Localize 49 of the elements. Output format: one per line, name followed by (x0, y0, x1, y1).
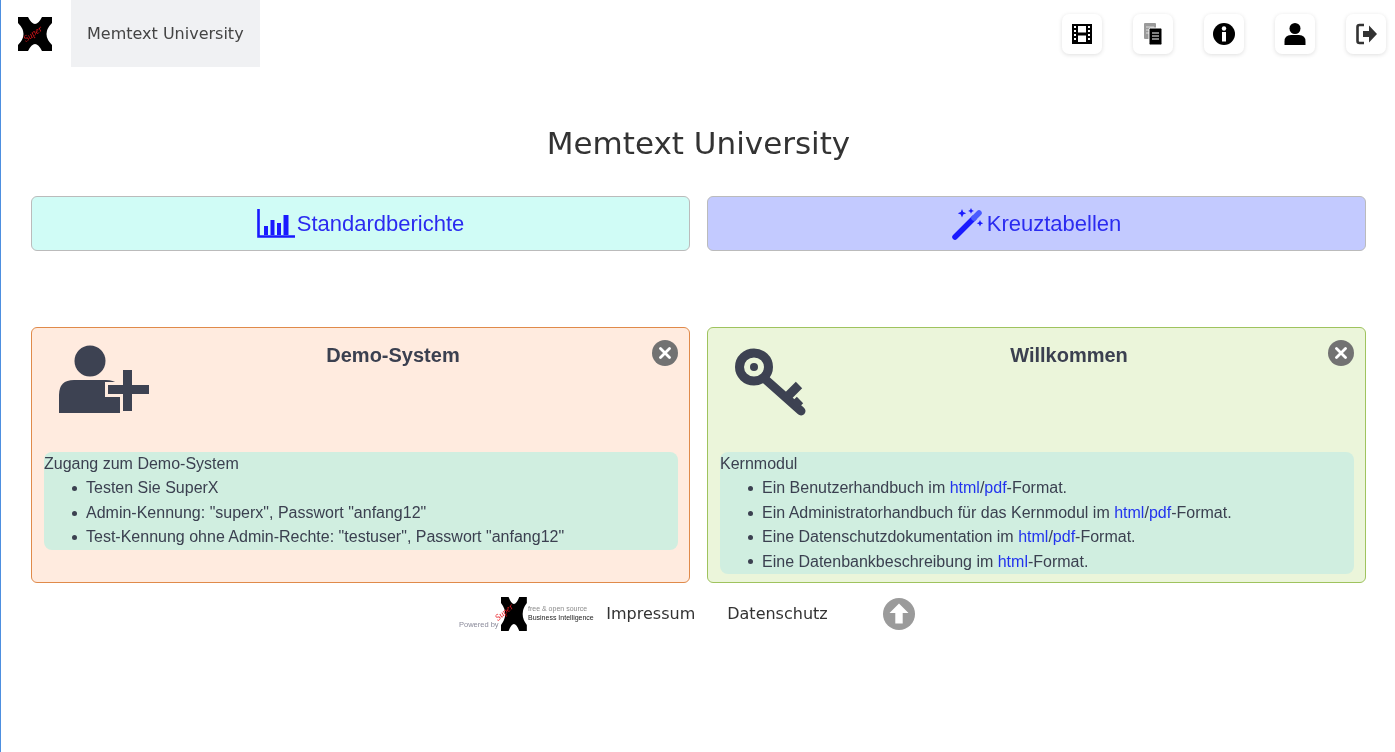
document-link[interactable]: html (949, 479, 980, 497)
reports-button[interactable]: Standardberichte (31, 196, 690, 251)
bullet-icon (72, 534, 77, 540)
bullet-icon (748, 559, 753, 565)
logout-button[interactable] (1346, 14, 1386, 54)
footer-link[interactable]: Impressum (606, 602, 696, 626)
section-heading: Zugang zum Demo-System (44, 454, 240, 474)
footer-link[interactable]: Datenschutz (727, 602, 828, 626)
arrow-up-icon[interactable] (882, 598, 915, 630)
documents-button[interactable] (1133, 14, 1173, 54)
panel-title: Willkommen (1009, 343, 1129, 367)
logout-icon (1354, 22, 1378, 46)
user-button[interactable] (1275, 14, 1315, 54)
user-icon (1283, 22, 1307, 46)
bullet-icon (748, 510, 753, 516)
magic-wand-icon (951, 207, 985, 240)
document-link[interactable]: html (997, 552, 1028, 570)
list-text: Ein Administratorhandbuch für das Kernmodul im html/pdf-Format. (762, 502, 1232, 523)
bar-chart-icon (256, 209, 295, 238)
list-text: Testen Sie SuperX (86, 478, 219, 499)
bullet-icon (72, 486, 77, 492)
list-text: Ein Benutzerhandbuch im html/pdf-Format. (762, 478, 1068, 499)
documents-icon (1141, 22, 1165, 46)
close-icon (659, 347, 671, 359)
film-button[interactable] (1062, 14, 1102, 54)
panel-title: Demo-System (325, 343, 461, 367)
close-icon (1335, 347, 1347, 359)
bullet-icon (748, 534, 753, 540)
crosstabs-button[interactable]: Kreuztabellen (707, 196, 1366, 251)
document-link[interactable]: pdf (984, 479, 1007, 497)
info-button[interactable] (1204, 14, 1244, 54)
document-link[interactable]: pdf (1148, 503, 1172, 521)
brand-link[interactable]: Memtext University (71, 0, 260, 67)
document-link[interactable]: html (1114, 503, 1145, 521)
bullet-icon (72, 510, 77, 516)
document-link[interactable]: pdf (1052, 528, 1076, 546)
close-button[interactable] (652, 340, 678, 366)
list-text: Eine Datenschutzdokumentation im html/pdf-Format. (762, 527, 1136, 548)
film-icon (1070, 22, 1094, 46)
list-text: Admin-Kennung: "superx", Passwort "anfang12" (86, 502, 427, 523)
close-button[interactable] (1328, 340, 1354, 366)
list-text: Eine Datenbankbeschreibung im html-Format. (762, 551, 1089, 572)
bullet-icon (748, 486, 753, 492)
page-title: Memtext University (545, 124, 852, 162)
info-icon (1212, 22, 1236, 46)
user-plus-icon (59, 345, 151, 413)
section-heading: Kernmodul (720, 454, 799, 474)
document-link[interactable]: html (1018, 528, 1049, 546)
list-text: Test-Kennung ohne Admin-Rechte: "testuser", Passwort "anfang12" (86, 527, 565, 548)
